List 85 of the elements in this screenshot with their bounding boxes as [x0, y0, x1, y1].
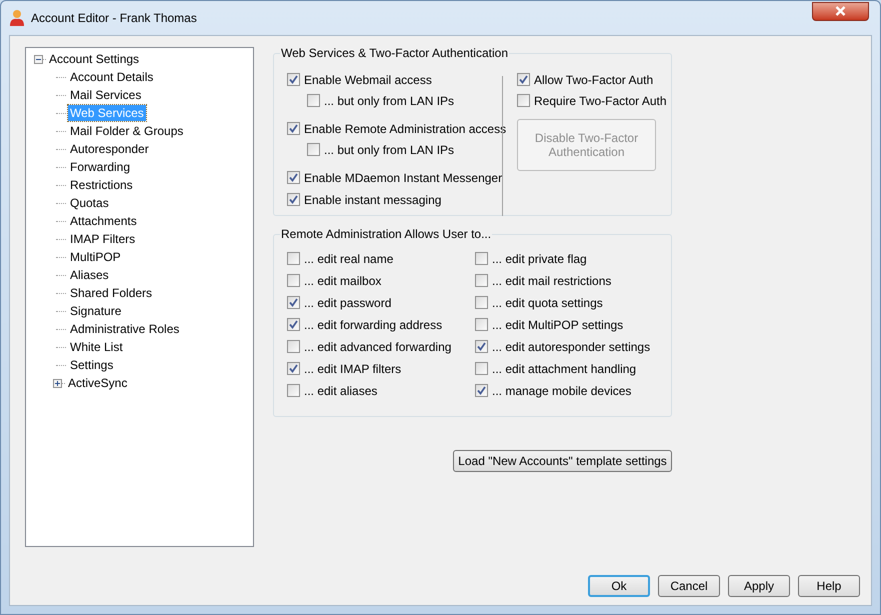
checkbox[interactable]	[475, 274, 488, 287]
dialog-button[interactable]: Ok	[588, 575, 650, 597]
load-template-button[interactable]: Load "New Accounts" template settings	[453, 450, 672, 472]
checkbox-label: ... edit password	[304, 296, 392, 310]
checkbox-label: ... manage mobile devices	[492, 384, 632, 398]
tree-item[interactable]: MultiPOP	[68, 249, 123, 265]
window-title: Account Editor - Frank Thomas	[31, 10, 197, 27]
check-icon	[477, 342, 486, 351]
checkbox[interactable]	[517, 94, 530, 107]
checkbox-label: Require Two-Factor Auth	[534, 94, 667, 108]
group-title: Remote Administration Allows User to...	[280, 227, 492, 241]
check-icon	[289, 195, 298, 204]
checkbox-label: ... edit private flag	[492, 252, 587, 266]
checkbox[interactable]	[287, 318, 300, 331]
checkbox-label: ... edit attachment handling	[492, 362, 636, 376]
checkbox-label: Enable MDaemon Instant Messenger	[304, 170, 502, 184]
checkbox-label: Enable instant messaging	[304, 192, 442, 206]
tree-item[interactable]: Attachments	[68, 213, 139, 229]
checkbox[interactable]	[475, 384, 488, 397]
checkbox[interactable]	[287, 252, 300, 265]
group-title: Web Services & Two-Factor Authentication	[280, 46, 509, 60]
checkbox[interactable]	[475, 362, 488, 375]
close-icon	[835, 6, 846, 16]
checkbox-label: ... edit IMAP filters	[304, 362, 402, 376]
tree-item[interactable]: Quotas	[68, 195, 111, 211]
checkbox-label: ... but only from LAN IPs	[324, 94, 454, 108]
checkbox[interactable]	[287, 296, 300, 309]
checkbox[interactable]	[475, 340, 488, 353]
tree-item[interactable]: IMAP Filters	[68, 231, 138, 247]
checkbox-label: Enable Webmail access	[304, 72, 432, 86]
tree-item[interactable]: ActiveSync	[66, 375, 130, 391]
checkbox-label: ... edit mail restrictions	[492, 274, 612, 288]
checkbox-label: Enable Remote Administration access	[304, 122, 506, 136]
expand-icon[interactable]	[53, 378, 62, 388]
checkbox-label: ... edit real name	[304, 252, 394, 266]
checkbox[interactable]	[475, 296, 488, 309]
checkbox-label: ... edit autoresponder settings	[492, 340, 650, 354]
checkbox[interactable]	[287, 171, 300, 184]
checkbox[interactable]	[307, 143, 320, 156]
tree-item[interactable]: Mail Folder & Groups	[68, 123, 186, 139]
close-button[interactable]	[812, 2, 869, 20]
checkbox[interactable]	[287, 274, 300, 287]
check-icon	[519, 75, 528, 84]
checkbox-label: ... edit mailbox	[304, 274, 382, 288]
checkbox-label: ... edit advanced forwarding	[304, 340, 452, 354]
check-icon	[477, 386, 486, 395]
checkbox[interactable]	[517, 73, 530, 86]
checkbox-label: ... edit MultiPOP settings	[492, 318, 624, 332]
checkbox[interactable]	[287, 340, 300, 353]
checkbox-label: ... but only from LAN IPs	[324, 142, 454, 156]
checkbox[interactable]	[287, 362, 300, 375]
dialog-button[interactable]: Help	[798, 575, 860, 597]
checkbox[interactable]	[475, 252, 488, 265]
checkbox-label: ... edit quota settings	[492, 296, 603, 310]
checkbox[interactable]	[307, 94, 320, 107]
tree-item[interactable]: White List	[68, 339, 125, 355]
tree-item[interactable]: Restrictions	[68, 177, 135, 193]
tree-item[interactable]: Aliases	[68, 267, 111, 283]
tree-item[interactable]: Forwarding	[68, 159, 132, 175]
check-icon	[289, 298, 298, 307]
checkbox[interactable]	[287, 384, 300, 397]
check-icon	[289, 124, 298, 133]
tree-item[interactable]: Shared Folders	[68, 285, 154, 301]
collapse-icon[interactable]	[34, 54, 43, 64]
checkbox[interactable]	[287, 73, 300, 86]
user-icon	[9, 9, 25, 27]
checkbox-label: ... edit aliases	[304, 384, 378, 398]
check-icon	[289, 75, 298, 84]
check-icon	[289, 173, 298, 182]
checkbox[interactable]	[287, 193, 300, 206]
checkbox-label: Allow Two-Factor Auth	[534, 72, 654, 86]
tree-item[interactable]: Mail Services	[68, 87, 144, 103]
check-icon	[289, 364, 298, 373]
tree-item[interactable]: Autoresponder	[68, 141, 151, 157]
dialog-button[interactable]: Apply	[728, 575, 790, 597]
check-icon	[289, 320, 298, 329]
tree-item[interactable]: Settings	[68, 357, 116, 373]
tree-item[interactable]: Account Details	[68, 69, 156, 85]
dialog-button[interactable]: Cancel	[658, 575, 720, 597]
tree-item[interactable]: Administrative Roles	[68, 321, 182, 337]
checkbox[interactable]	[475, 318, 488, 331]
tree-item[interactable]: Account Settings	[47, 51, 142, 67]
tree-item[interactable]: Signature	[68, 303, 124, 319]
checkbox-label: ... edit forwarding address	[304, 318, 442, 332]
checkbox[interactable]	[287, 122, 300, 135]
